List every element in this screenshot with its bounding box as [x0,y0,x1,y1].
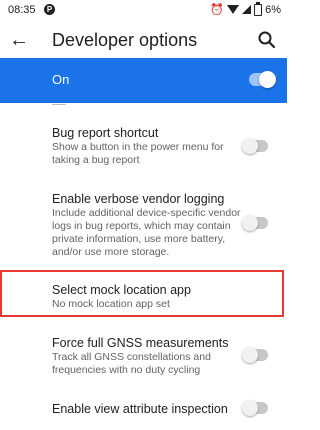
master-switch-label: On [52,72,70,87]
toggle-knob [242,400,258,416]
wifi-icon [227,5,240,14]
setting-title: Enable view attribute inspection [52,402,228,416]
arrow-back-icon[interactable]: ← [8,29,30,51]
verbose-logging-toggle[interactable] [242,215,268,231]
setting-summary: No mock location app set [52,298,170,310]
setting-summary: Show a button in the power menu for taki… [52,141,224,166]
setting-view-attribute-inspection[interactable]: Enable view attribute inspection [0,399,287,419]
setting-verbose-vendor-logging[interactable]: Enable verbose vendor logging Include ad… [0,189,287,259]
setting-force-full-gnss[interactable]: Force full GNSS measurements Track all G… [0,333,287,379]
view-attribute-toggle[interactable] [242,400,268,416]
setting-summary: Include additional device-specific vendo… [52,207,241,258]
status-bar: 08:35 P ⏰ 6% [0,0,287,22]
toggle-knob [242,138,258,154]
search-icon[interactable] [257,30,277,50]
alarm-icon: ⏰ [210,4,225,16]
notification-p-icon: P [44,4,55,15]
setting-title: Enable verbose vendor logging [52,192,225,206]
app-bar: ← Developer options [0,22,287,58]
setting-select-mock-location-app[interactable]: Select mock location app No mock locatio… [0,281,287,311]
master-switch-bar[interactable]: On [0,58,287,103]
gnss-toggle[interactable] [242,347,268,363]
toggle-knob [242,347,258,363]
setting-title: Select mock location app [52,283,191,297]
master-toggle[interactable] [249,71,276,88]
setting-title: Bug report shortcut [52,126,159,140]
battery-percent: 6% [265,3,281,16]
setting-summary: Track all GNSS constellations and freque… [52,351,211,376]
setting-title: Force full GNSS measurements [52,336,229,350]
scrolled-item-edge [52,103,68,106]
setting-bug-report-shortcut[interactable]: Bug report shortcut Show a button in the… [0,124,287,170]
bug-report-toggle[interactable] [242,138,268,154]
status-icons: ⏰ 6% [210,1,281,16]
signal-icon [242,5,252,14]
toggle-knob [242,215,258,231]
status-time: 08:35 [8,4,36,16]
page-title: Developer options [52,30,198,50]
battery-icon [254,1,263,16]
toggle-knob [259,71,276,88]
